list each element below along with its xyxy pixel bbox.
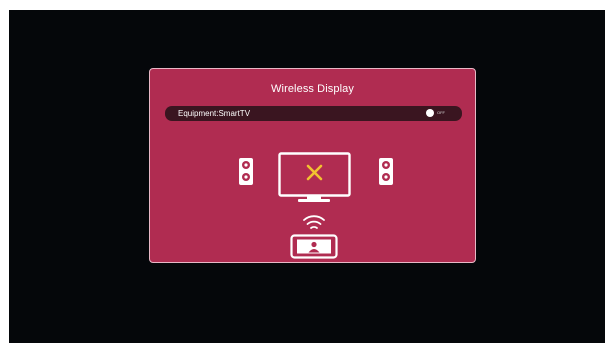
speaker-icon bbox=[239, 158, 253, 185]
wifi-icon bbox=[303, 215, 325, 229]
tv-icon bbox=[278, 152, 351, 202]
speaker-icon bbox=[379, 158, 393, 185]
wireless-display-illustration bbox=[239, 152, 393, 259]
tv-screen: Wireless Display Equipment:SmartTV OFF bbox=[9, 10, 605, 343]
wireless-display-dialog: Wireless Display Equipment:SmartTV OFF bbox=[149, 68, 476, 263]
phone-icon bbox=[290, 234, 338, 259]
close-icon bbox=[306, 164, 323, 181]
